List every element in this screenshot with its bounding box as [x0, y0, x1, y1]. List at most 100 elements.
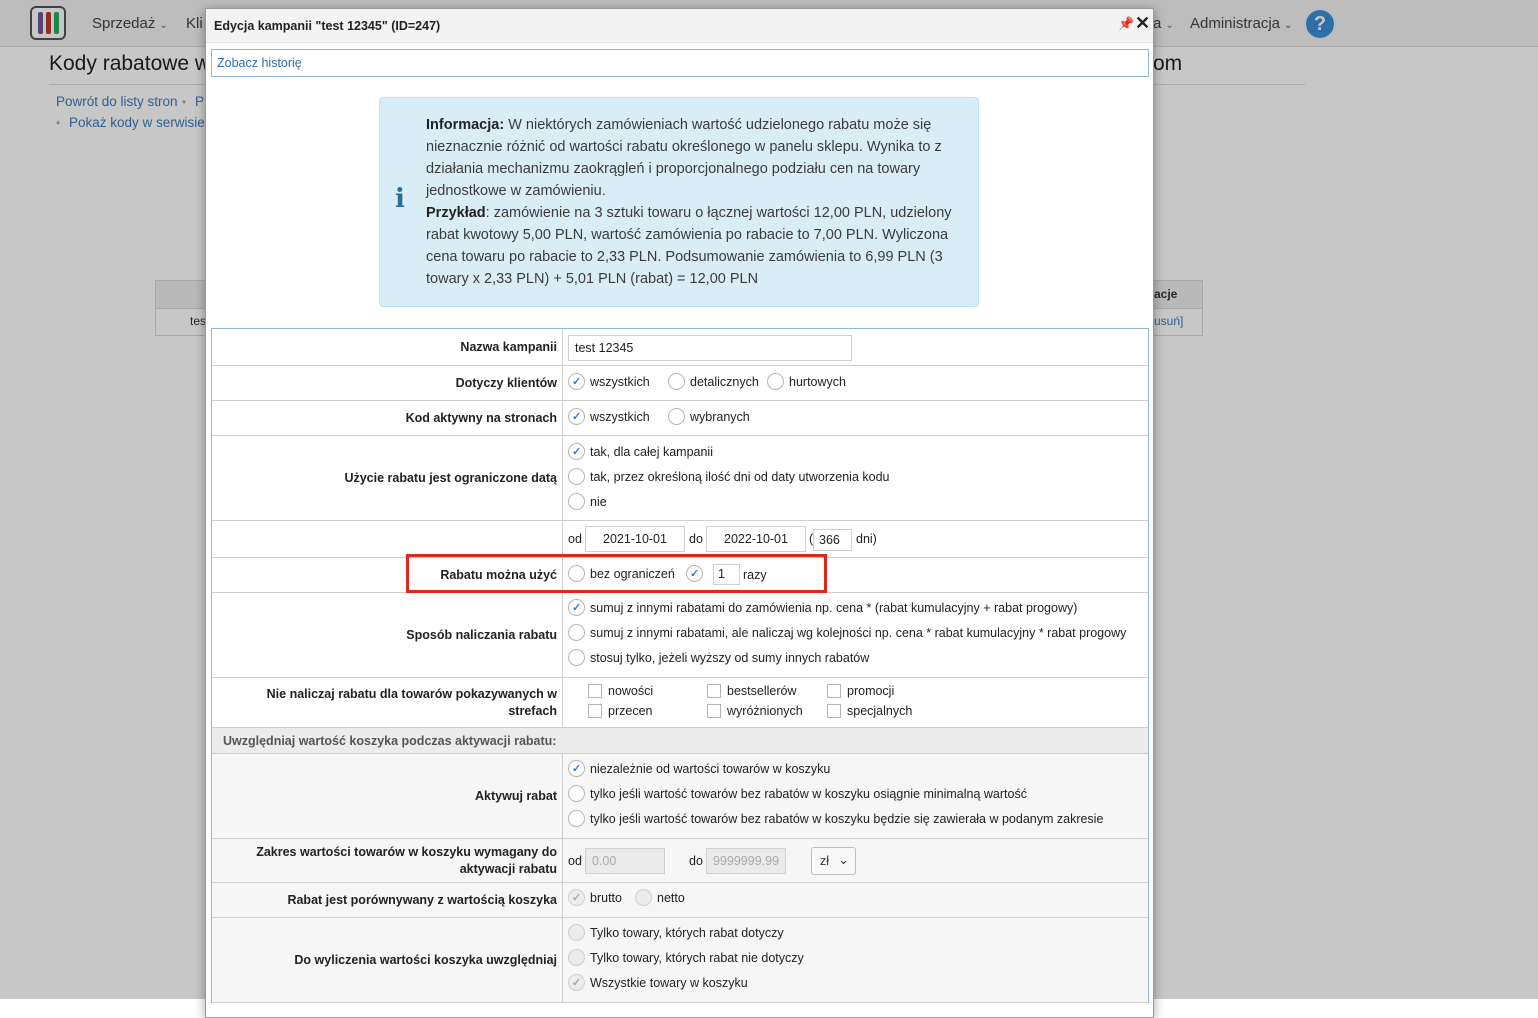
value-from-input[interactable]: 0.00 — [585, 848, 665, 874]
checkbox-icon[interactable] — [588, 684, 602, 698]
date-to-input[interactable]: 2022-10-01 — [706, 526, 806, 552]
currency-select[interactable]: zł ⌄ — [811, 847, 856, 875]
value-to-input[interactable]: 9999999.99 — [706, 848, 786, 874]
info-body: W niektórych zamówieniach wartość udziel… — [426, 117, 942, 199]
zone-sale-checkbox[interactable]: przecen — [588, 704, 652, 718]
date-range-label — [212, 521, 563, 557]
cart-all-option[interactable]: Wszystkie towary w koszyku — [568, 974, 748, 991]
activate-min-option[interactable]: tylko jeśli wartość towarów bez rabatów … — [568, 785, 1027, 802]
checkbox-icon[interactable] — [827, 704, 841, 718]
radio-icon[interactable] — [568, 493, 585, 510]
date-from-label: od — [568, 532, 582, 546]
radio-icon[interactable] — [568, 760, 585, 777]
option-label: nowości — [608, 684, 654, 698]
radio-icon[interactable] — [568, 924, 585, 941]
compare-gross-option[interactable]: brutto — [568, 889, 622, 906]
row-date-limit: Użycie rabatu jest ograniczone datą tak,… — [212, 436, 1148, 521]
radio-icon[interactable] — [568, 949, 585, 966]
date-limit-label: Użycie rabatu jest ograniczone datą — [212, 436, 563, 520]
option-label: tylko jeśli wartość towarów bez rabatów … — [590, 811, 1104, 826]
radio-icon[interactable] — [568, 408, 585, 425]
option-label: tak, przez określoną ilość dni od daty u… — [590, 469, 890, 484]
option-label: wszystkich — [590, 409, 650, 424]
row-exclude-zones: Nie naliczaj rabatu dla towarów pokazywa… — [212, 678, 1148, 728]
option-label: nie — [590, 494, 607, 509]
value-from-label: od — [568, 854, 582, 868]
checkbox-icon[interactable] — [588, 704, 602, 718]
example-body: : zamówienie na 3 sztuki towaru o łączne… — [426, 205, 952, 287]
compare-net-option[interactable]: netto — [635, 889, 685, 906]
pages-all-option[interactable]: wszystkich — [568, 408, 650, 425]
clients-retail-option[interactable]: detalicznych — [668, 373, 759, 390]
option-label: sumuj z innymi rabatami do zamówienia np… — [590, 600, 1078, 615]
clients-wholesale-option[interactable]: hurtowych — [767, 373, 846, 390]
radio-icon[interactable] — [668, 408, 685, 425]
pin-icon[interactable]: 📌 — [1118, 16, 1134, 32]
checkbox-icon[interactable] — [707, 684, 721, 698]
radio-icon[interactable] — [568, 599, 585, 616]
campaign-name-input[interactable]: test 12345 — [568, 335, 852, 361]
option-label: stosuj tylko, jeżeli wyższy od sumy inny… — [590, 650, 870, 665]
activate-always-option[interactable]: niezależnie od wartości towarów w koszyk… — [568, 760, 830, 777]
option-label: przecen — [608, 704, 653, 718]
calc-cumulative-option[interactable]: sumuj z innymi rabatami do zamówienia np… — [568, 599, 1077, 616]
radio-icon[interactable] — [568, 649, 585, 666]
info-text: Informacja: W niektórych zamówieniach wa… — [426, 114, 971, 290]
row-cart-value: Do wyliczenia wartości koszyka uwzględni… — [212, 918, 1148, 1003]
radio-icon[interactable] — [568, 785, 585, 802]
activate-label: Aktywuj rabat — [212, 754, 563, 838]
option-label: promocji — [847, 684, 895, 698]
exclude-zones-label: Nie naliczaj rabatu dla towarów pokazywa… — [212, 678, 563, 727]
option-label: netto — [657, 890, 685, 905]
radio-icon[interactable] — [668, 373, 685, 390]
view-history-link[interactable]: Zobacz historię — [217, 56, 302, 70]
date-limit-none-option[interactable]: nie — [568, 493, 607, 510]
zone-special-checkbox[interactable]: specjalnych — [827, 704, 912, 718]
close-icon[interactable]: ✕ — [1135, 13, 1150, 33]
option-label: Tylko towary, których rabat dotyczy — [590, 925, 784, 940]
date-limit-days-option[interactable]: tak, przez określoną ilość dni od daty u… — [568, 468, 889, 485]
row-campaign-name: Nazwa kampanii test 12345 — [212, 329, 1148, 366]
zone-new-checkbox[interactable]: nowości — [588, 684, 653, 698]
example-label: Przykład — [426, 205, 486, 221]
info-label: Informacja: — [426, 117, 505, 133]
calc-higher-option[interactable]: stosuj tylko, jeżeli wyższy od sumy inny… — [568, 649, 869, 666]
zone-bestsellers-checkbox[interactable]: bestsellerów — [707, 684, 796, 698]
info-box: i Informacja: W niektórych zamówieniach … — [379, 97, 979, 307]
zone-featured-checkbox[interactable]: wyróżnionych — [707, 704, 803, 718]
radio-icon[interactable] — [568, 810, 585, 827]
cart-applicable-option[interactable]: Tylko towary, których rabat dotyczy — [568, 924, 784, 941]
option-label: wyróżnionych — [727, 704, 803, 718]
days-label: dni) — [856, 532, 877, 546]
days-input[interactable]: 366 — [813, 529, 852, 551]
option-label: wybranych — [690, 409, 750, 424]
zone-promo-checkbox[interactable]: promocji — [827, 684, 894, 698]
row-clients: Dotyczy klientów wszystkich detalicznych… — [212, 366, 1148, 401]
option-label: tylko jeśli wartość towarów bez rabatów … — [590, 786, 1027, 801]
info-icon: i — [395, 184, 405, 214]
activate-range-option[interactable]: tylko jeśli wartość towarów bez rabatów … — [568, 810, 1103, 827]
radio-icon[interactable] — [568, 373, 585, 390]
dialog-header: Edycja kampanii "test 12345" (ID=247) 📌 … — [206, 9, 1153, 43]
checkbox-icon[interactable] — [707, 704, 721, 718]
radio-icon[interactable] — [767, 373, 784, 390]
option-label: brutto — [590, 890, 622, 905]
row-activate: Aktywuj rabat niezależnie od wartości to… — [212, 754, 1148, 839]
value-range-label: Zakres wartości towarów w koszyku wymaga… — [212, 839, 563, 882]
date-from-input[interactable]: 2021-10-01 — [585, 526, 685, 552]
pages-selected-option[interactable]: wybranych — [668, 408, 750, 425]
radio-icon[interactable] — [568, 468, 585, 485]
option-label: sumuj z innymi rabatami, ale naliczaj wg… — [590, 625, 1127, 640]
calc-sequential-option[interactable]: sumuj z innymi rabatami, ale naliczaj wg… — [568, 624, 1126, 641]
radio-icon[interactable] — [635, 889, 652, 906]
date-limit-campaign-option[interactable]: tak, dla całej kampanii — [568, 443, 713, 460]
row-date-range: od 2021-10-01 do 2022-10-01 ( 366 dni) — [212, 521, 1148, 558]
radio-icon[interactable] — [568, 624, 585, 641]
radio-icon[interactable] — [568, 974, 585, 991]
currency-value: zł — [820, 854, 830, 868]
cart-not-applicable-option[interactable]: Tylko towary, których rabat nie dotyczy — [568, 949, 804, 966]
checkbox-icon[interactable] — [827, 684, 841, 698]
clients-all-option[interactable]: wszystkich — [568, 373, 650, 390]
radio-icon[interactable] — [568, 443, 585, 460]
radio-icon[interactable] — [568, 889, 585, 906]
